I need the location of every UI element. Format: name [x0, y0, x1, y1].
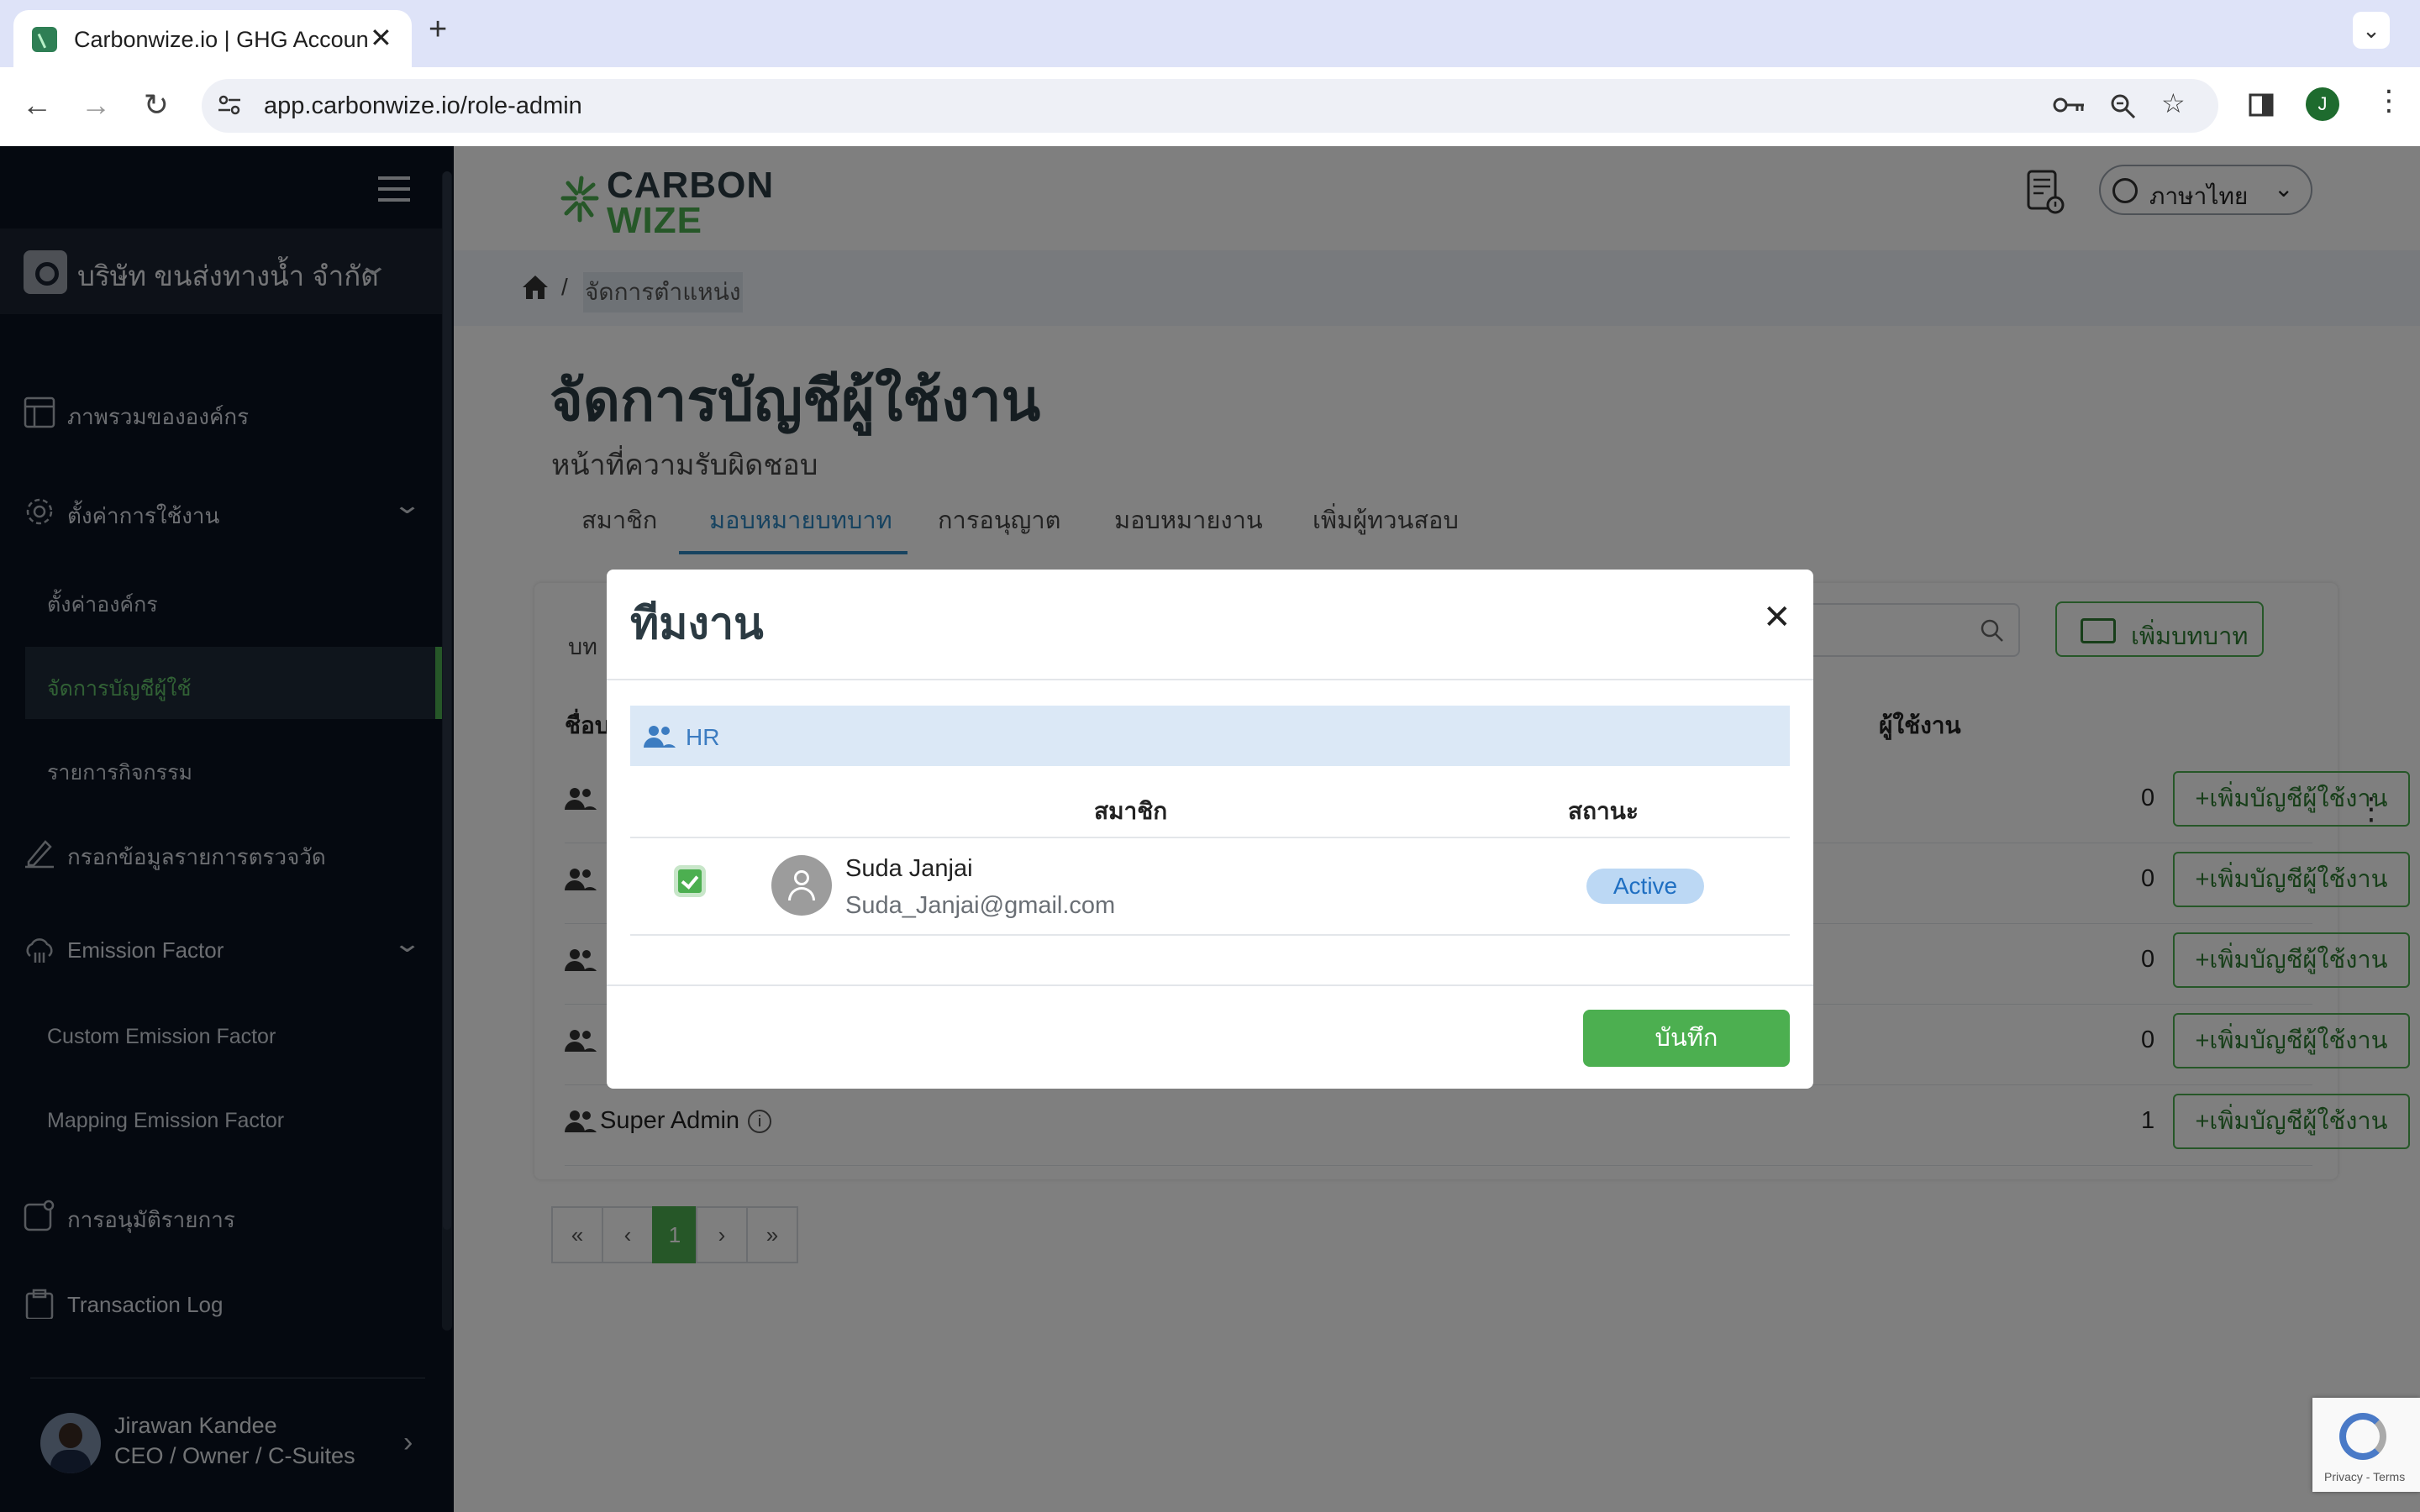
profile-avatar[interactable]: J	[2306, 87, 2339, 121]
column-header-status: สถานะ	[1568, 798, 1639, 824]
close-icon[interactable]: ✕	[1763, 598, 1791, 637]
url-text: app.carbonwize.io/role-admin	[264, 92, 582, 119]
recaptcha-badge[interactable]: Privacy - Terms	[2312, 1398, 2420, 1492]
person-body	[788, 887, 815, 900]
browser-tab[interactable]: Carbonwize.io | GHG Accounting ✕	[13, 10, 412, 67]
favicon-icon	[32, 27, 57, 52]
close-tab-icon[interactable]: ✕	[370, 22, 392, 54]
back-icon[interactable]: ←	[18, 87, 55, 123]
member-email: Suda_Janjai@gmail.com	[845, 892, 1116, 919]
save-button[interactable]: บันทึก	[1583, 1010, 1790, 1067]
recaptcha-icon	[2339, 1413, 2386, 1460]
team-modal: ทีมงาน ✕ HR สมาชิก สถานะ Suda Janjai Sud…	[607, 570, 1813, 1089]
person-icon	[794, 870, 809, 885]
users-icon	[644, 726, 676, 748]
modal-title: ทีมงาน	[630, 600, 764, 648]
new-tab-button[interactable]: +	[429, 12, 447, 48]
password-key-icon[interactable]	[2052, 92, 2086, 118]
divider	[630, 934, 1790, 936]
side-panel-icon[interactable]	[2249, 92, 2274, 118]
reload-icon[interactable]: ↻	[138, 87, 175, 123]
tab-search-chevron-icon[interactable]: ⌄	[2353, 12, 2390, 49]
tab-title: Carbonwize.io | GHG Accounting	[74, 27, 368, 52]
member-name: Suda Janjai	[845, 855, 973, 882]
column-header-member: สมาชิก	[1094, 798, 1168, 824]
divider	[607, 679, 1813, 680]
status-badge: Active	[1586, 869, 1704, 904]
browser-toolbar: ← → ↻ app.carbonwize.io/role-admin ☆ J ⋮	[0, 67, 2420, 146]
avatar	[771, 855, 832, 916]
group-name: HR	[686, 724, 720, 750]
browser-tab-strip: Carbonwize.io | GHG Accounting ✕ + ⌄	[0, 0, 2420, 67]
divider	[607, 984, 1813, 986]
divider	[630, 837, 1790, 838]
recaptcha-text: Privacy - Terms	[2324, 1470, 2406, 1483]
zoom-icon[interactable]	[2109, 92, 2136, 119]
browser-menu-icon[interactable]: ⋮	[2375, 84, 2403, 118]
member-checkbox[interactable]	[674, 865, 706, 897]
bookmark-star-icon[interactable]: ☆	[2161, 87, 2186, 119]
address-bar[interactable]: app.carbonwize.io/role-admin ☆	[202, 79, 2218, 133]
site-settings-icon[interactable]	[217, 92, 242, 118]
forward-icon[interactable]: →	[77, 87, 114, 123]
group-header: HR	[630, 706, 1790, 766]
